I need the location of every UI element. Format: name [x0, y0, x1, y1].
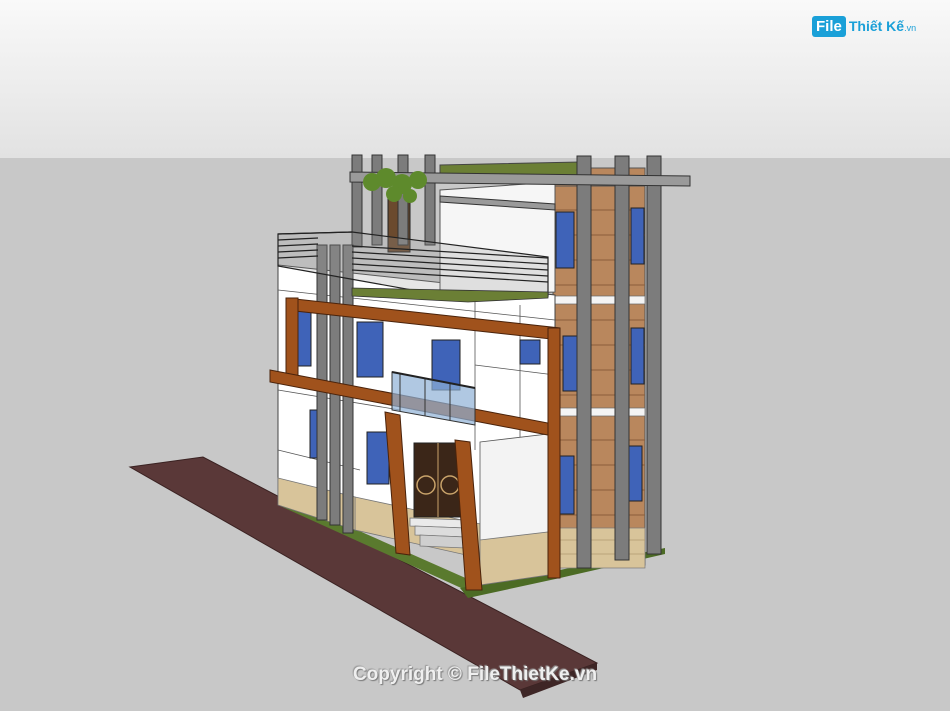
logo-badge: File [812, 15, 846, 37]
logo-text: Thiết Kế.vn [849, 18, 916, 34]
logo-text-main: Thiết Kế [848, 18, 905, 34]
site-logo[interactable]: File Thiết Kế.vn [812, 12, 916, 40]
entrance-door [413, 442, 463, 518]
house-3d-model [128, 154, 691, 698]
side-facade [552, 184, 646, 569]
copyright-watermark: Copyright © FileThietKe.vn [352, 664, 598, 685]
logo-suffix: .vn [904, 23, 917, 33]
